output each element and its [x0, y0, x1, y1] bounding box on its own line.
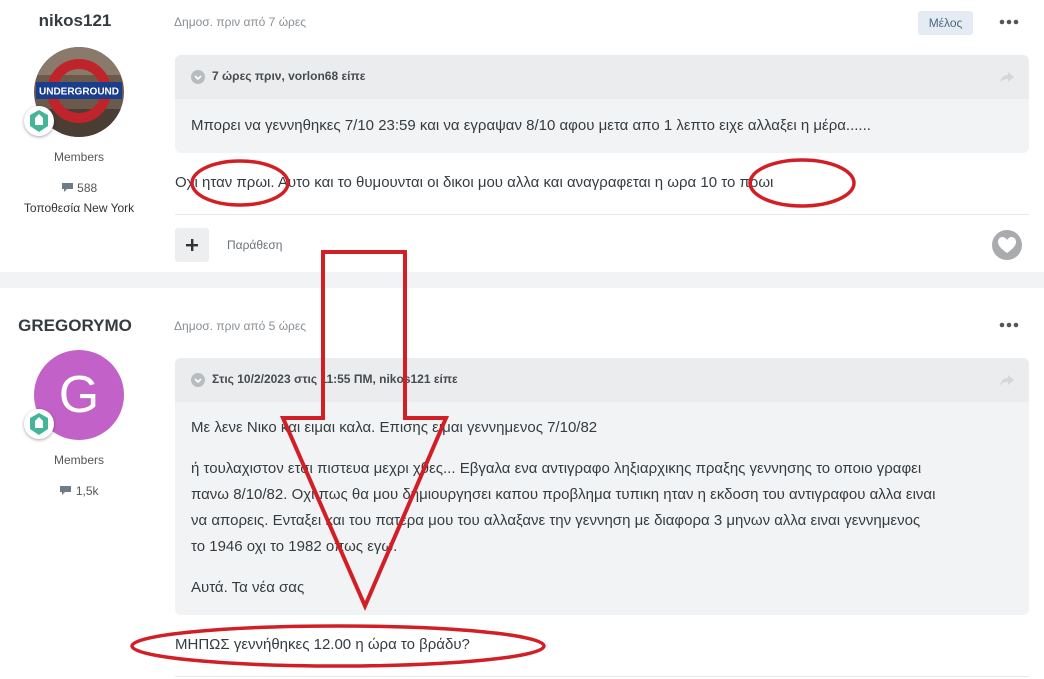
member-badge: Μέλος [918, 11, 973, 35]
comment-icon [61, 183, 73, 192]
quote-header[interactable]: 7 ώρες πριν, vorlon68 είπε [175, 55, 1029, 99]
author-group: Members [53, 150, 104, 164]
share-icon[interactable] [999, 70, 1015, 84]
rank-badge-icon [24, 106, 54, 136]
quote-paragraph-line: να απορεις. Ενταξει και του πατερα μου τ… [191, 512, 921, 529]
author-location: Τοποθεσία New York [23, 201, 135, 215]
quote-paragraph: Με λενε Νικο και ειμαι καλα. Επισης ειμα… [191, 419, 598, 436]
quote-citation: Στις 10/2/2023 στις 11:55 ΠΜ, nikos121 ε… [212, 372, 458, 386]
add-reaction-button[interactable] [175, 228, 209, 262]
avatar-letter: G [59, 366, 99, 424]
post-separator [0, 272, 1044, 288]
heart-icon [998, 237, 1016, 253]
author-group: Members [53, 453, 104, 467]
quote-header[interactable]: Στις 10/2/2023 στις 11:55 ΠΜ, nikos121 ε… [175, 358, 1029, 402]
share-icon[interactable] [999, 373, 1015, 387]
post-body: Οχι ηταν πρωι. Αυτο και το θυμουνται οι … [175, 174, 774, 191]
chevron-down-icon[interactable] [191, 373, 205, 387]
rank-badge-icon [24, 409, 54, 439]
divider [175, 214, 1029, 215]
author-name[interactable]: GREGORYMO [0, 316, 150, 336]
quote-text: Μπορει να γεννηθηκες 7/10 23:59 και να ε… [191, 117, 871, 134]
post-date[interactable]: Δημοσ. πριν από 5 ώρες [174, 319, 306, 333]
like-button[interactable] [992, 230, 1022, 260]
chevron-down-icon[interactable] [191, 70, 205, 84]
quote-paragraph-line: πανω 8/10/82. Οχι πως θα μου δημιουργησε… [191, 486, 936, 503]
post-date[interactable]: Δημοσ. πριν από 7 ώρες [174, 15, 306, 29]
plus-icon [186, 239, 198, 251]
quote-paragraph: Αυτά. Τα νέα σας [191, 579, 305, 596]
divider [175, 676, 1029, 677]
quote-block: 7 ώρες πριν, vorlon68 είπε Μπορει να γεν… [175, 55, 1029, 153]
author-name[interactable]: nikos121 [0, 11, 150, 31]
more-options-icon[interactable] [996, 315, 1022, 335]
post-count-value: 588 [77, 181, 98, 195]
quote-paragraph-line: το 1946 οχι το 1982 οπως εγω. [191, 538, 398, 555]
post-nikos121: nikos121 UNDERGROUND Members 588 Τοποθεσ… [0, 0, 1044, 272]
post-body: ΜΗΠΩΣ γεννήθηκες 12.00 η ώρα το βράδυ? [175, 636, 470, 653]
post-gregorymo: GREGORYMO G Members 1,5k Δημοσ. πριν από… [0, 288, 1044, 679]
post-count: 588 [0, 181, 158, 195]
quote-block: Στις 10/2/2023 στις 11:55 ΠΜ, nikos121 ε… [175, 358, 1029, 615]
avatar-text: UNDERGROUND [39, 87, 119, 98]
post-count: 1,5k [0, 484, 158, 498]
quote-citation: 7 ώρες πριν, vorlon68 είπε [212, 69, 366, 83]
comment-icon [60, 486, 72, 495]
quote-paragraph-line: ή τουλαχιστον ετσι πιστευα μεχρι χθες...… [191, 460, 922, 477]
quote-button[interactable]: Παράθεση [227, 238, 282, 252]
more-options-icon[interactable] [996, 12, 1022, 32]
post-count-value: 1,5k [75, 484, 99, 498]
